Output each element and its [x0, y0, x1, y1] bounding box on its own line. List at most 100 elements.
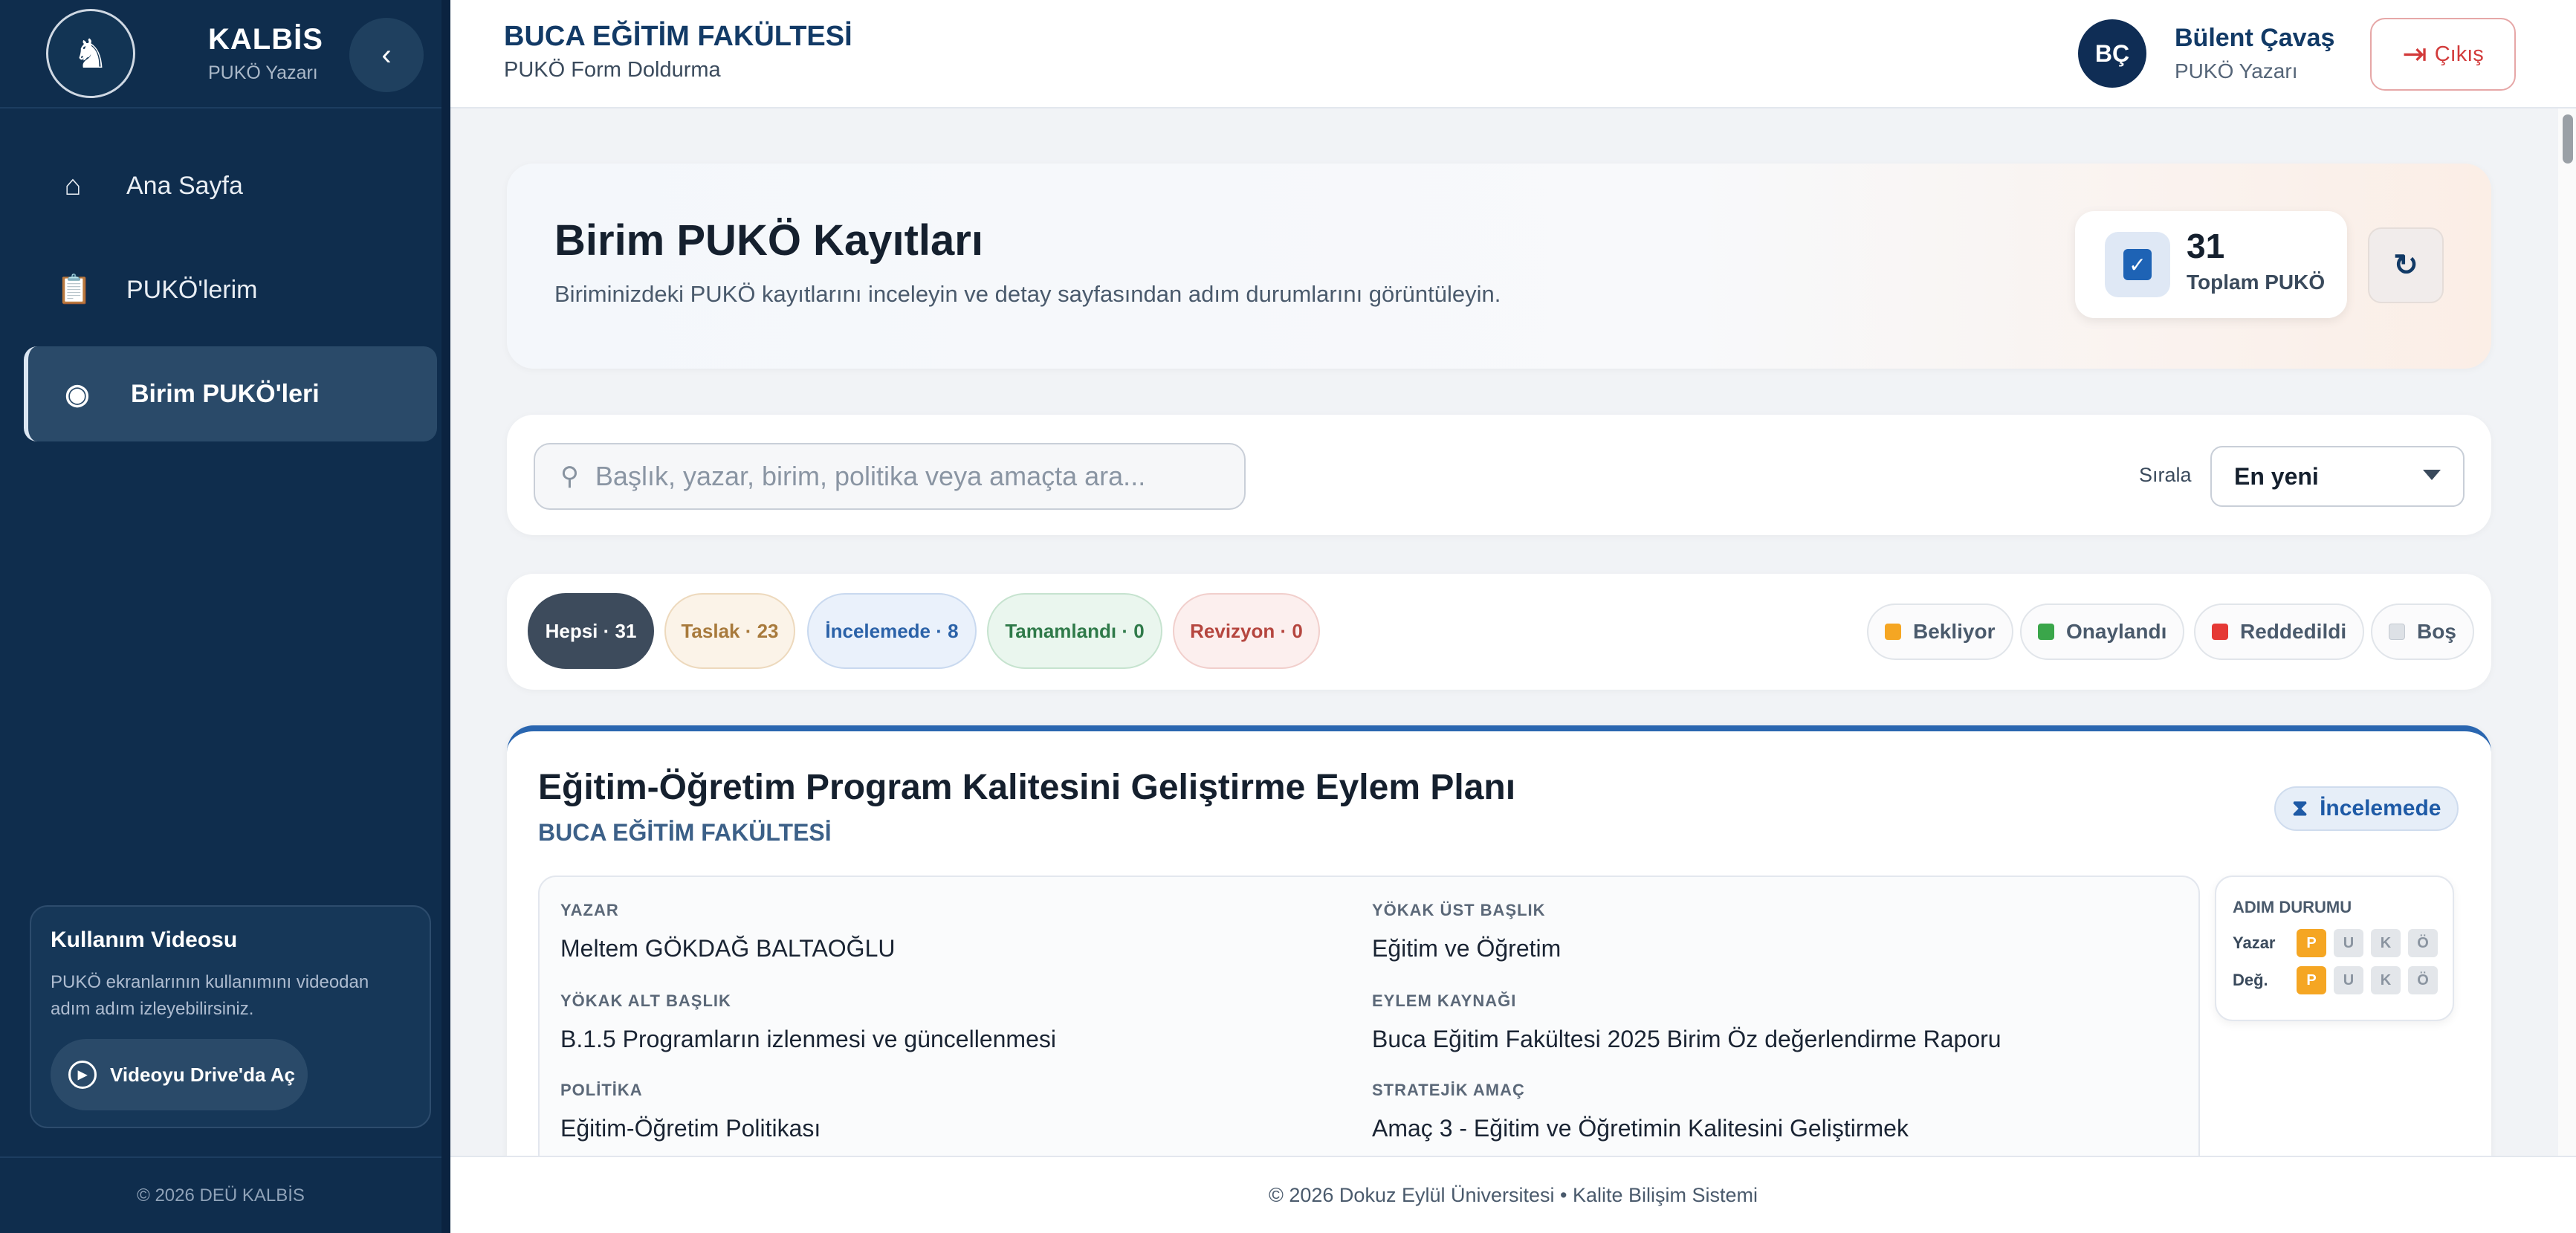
field-value: Eğitim ve Öğretim: [1372, 935, 1562, 962]
brand-title: KALBİS: [208, 23, 323, 56]
step-box: K: [2371, 929, 2401, 957]
step-box: P: [2297, 929, 2326, 957]
sidebar-item-label: PUKÖ'lerim: [126, 275, 258, 304]
field-policy: POLİTİKA Eğitim-Öğretim Politikası: [560, 1081, 821, 1142]
avatar[interactable]: BÇ: [2078, 19, 2146, 88]
status-label: İncelemede: [2320, 796, 2441, 821]
card-unit: BUCA EĞİTİM FAKÜLTESİ: [538, 819, 832, 846]
sort-select[interactable]: En yeni: [2210, 446, 2465, 507]
field-value: Meltem GÖKDAĞ BALTAOĞLU: [560, 935, 896, 962]
field-value: Eğitim-Öğretim Politikası: [560, 1115, 821, 1142]
field-author: YAZAR Meltem GÖKDAĞ BALTAOĞLU: [560, 901, 895, 962]
step-box: U: [2334, 929, 2363, 957]
refresh-button[interactable]: ↻: [2368, 227, 2444, 303]
eye-icon: ◉: [65, 378, 90, 410]
filter-bar: Hepsi · 31 Taslak · 23 İncelemede · 8 Ta…: [507, 574, 2491, 690]
step-row-label: Değ.: [2233, 971, 2268, 989]
step-box: U: [2334, 966, 2363, 994]
step-box: K: [2371, 966, 2401, 994]
logout-button[interactable]: ⇥ Çıkış: [2370, 18, 2516, 91]
page-title: Birim PUKÖ Kayıtları: [554, 216, 983, 265]
legend-label: Boş: [2417, 620, 2456, 643]
university-logo: ♞: [46, 9, 135, 98]
search-box[interactable]: ⚲: [534, 443, 1246, 510]
legend-pending: Bekliyor: [1867, 603, 2013, 660]
field-label: YAZAR: [560, 901, 619, 919]
chevron-down-icon: [2423, 470, 2441, 480]
play-icon: ▶: [68, 1061, 97, 1089]
video-card-title: Kullanım Videosu: [51, 928, 238, 952]
step-box: Ö: [2408, 929, 2438, 957]
search-bar: ⚲ Sırala En yeni: [507, 415, 2491, 535]
search-input[interactable]: [595, 461, 1205, 492]
field-value: B.1.5 Programların izlenmesi ve güncelle…: [560, 1026, 1056, 1052]
filter-chip-draft[interactable]: Taslak · 23: [664, 593, 795, 669]
field-label: YÖKAK ÜST BAŞLIK: [1372, 901, 1546, 919]
legend-approved: Onaylandı: [2020, 603, 2185, 660]
page-description: Biriminizdeki PUKÖ kayıtlarını inceleyin…: [554, 281, 1501, 307]
search-icon: ⚲: [560, 462, 579, 491]
field-label: EYLEM KAYNAĞI: [1372, 991, 1517, 1010]
page-subtitle: PUKÖ Form Doldurma: [504, 58, 721, 82]
open-video-button[interactable]: ▶ Videoyu Drive'da Aç: [51, 1039, 308, 1110]
step-status-panel: ADIM DURUMU Yazar P U K Ö Değ. P U K Ö: [2215, 876, 2454, 1021]
total-label: Toplam PUKÖ: [2187, 271, 2326, 294]
legend-swatch: [2389, 624, 2405, 640]
home-icon: ⌂: [64, 169, 82, 201]
step-row-label: Yazar: [2233, 933, 2276, 952]
total-count: 31: [2187, 227, 2225, 265]
user-role: PUKÖ Yazarı: [2175, 59, 2298, 82]
logout-label: Çıkış: [2434, 42, 2484, 66]
scrollbar[interactable]: [2558, 109, 2576, 1156]
legend-swatch: [1885, 624, 1901, 640]
top-bar: BUCA EĞİTİM FAKÜLTESİ PUKÖ Form Doldurma…: [450, 0, 2576, 109]
filter-chip-all[interactable]: Hepsi · 31: [528, 593, 654, 669]
filter-chip-review[interactable]: İncelemede · 8: [807, 593, 977, 669]
status-badge: ⧗ İncelemede: [2274, 786, 2459, 831]
card-details: YAZAR Meltem GÖKDAĞ BALTAOĞLU YÖKAK ÜST …: [538, 876, 2200, 1156]
chevron-left-icon: ‹: [381, 38, 392, 71]
puko-card[interactable]: Eğitim-Öğretim Program Kalitesini Gelişt…: [507, 725, 2491, 1156]
user-name: Bülent Çavaş: [2175, 24, 2335, 52]
field-label: STRATEJİK AMAÇ: [1372, 1081, 1525, 1099]
legend-swatch: [2212, 624, 2228, 640]
faculty-title: BUCA EĞİTİM FAKÜLTESİ: [504, 21, 852, 52]
legend-label: Reddedildi: [2240, 620, 2347, 643]
field-value: Buca Eğitim Fakültesi 2025 Birim Öz değe…: [1372, 1026, 2001, 1052]
scrollbar-thumb[interactable]: [2563, 114, 2573, 164]
legend-label: Onaylandı: [2066, 620, 2167, 643]
collapse-sidebar-button[interactable]: ‹: [349, 18, 424, 92]
filter-chip-revision[interactable]: Revizyon · 0: [1173, 593, 1320, 669]
field-strategic-goal: STRATEJİK AMAÇ Amaç 3 - Eğitim ve Öğreti…: [1372, 1081, 1909, 1142]
hourglass-icon: ⧗: [2292, 796, 2308, 821]
legend-rejected: Reddedildi: [2194, 603, 2365, 660]
card-title[interactable]: Eğitim-Öğretim Program Kalitesini Gelişt…: [538, 767, 1515, 808]
field-yokak-sub: YÖKAK ALT BAŞLIK B.1.5 Programların izle…: [560, 991, 1056, 1053]
step-box: P: [2297, 966, 2326, 994]
usage-video-card: Kullanım Videosu PUKÖ ekranlarının kulla…: [30, 905, 431, 1128]
hero-section: Birim PUKÖ Kayıtları Biriminizdeki PUKÖ …: [507, 164, 2491, 369]
sidebar-item-unit-puko[interactable]: ◉ Birim PUKÖ'leri: [24, 346, 437, 441]
brand-subtitle: PUKÖ Yazarı: [208, 62, 318, 83]
step-row-author: Yazar P U K Ö: [2233, 929, 2445, 957]
field-value: Amaç 3 - Eğitim ve Öğretimin Kalitesini …: [1372, 1115, 1909, 1142]
field-action-source: EYLEM KAYNAĞI Buca Eğitim Fakültesi 2025…: [1372, 991, 2001, 1053]
filter-chip-completed[interactable]: Tamamlandı · 0: [987, 593, 1162, 669]
sidebar-nav: ⌂ Ana Sayfa 📋 PUKÖ'lerim ◉ Birim PUKÖ'le…: [24, 138, 437, 450]
clipboard-check-icon: ✓: [2105, 232, 2170, 297]
step-row-evaluator: Değ. P U K Ö: [2233, 966, 2445, 994]
main-content: Birim PUKÖ Kayıtları Biriminizdeki PUKÖ …: [450, 109, 2558, 1156]
step-box: Ö: [2408, 966, 2438, 994]
page-footer: © 2026 Dokuz Eylül Üniversitesi • Kalite…: [450, 1156, 2576, 1233]
legend-empty: Boş: [2371, 603, 2474, 660]
sidebar-item-my-puko[interactable]: 📋 PUKÖ'lerim: [24, 242, 437, 337]
sidebar-item-home[interactable]: ⌂ Ana Sayfa: [24, 138, 437, 233]
step-status-title: ADIM DURUMU: [2233, 898, 2352, 916]
sidebar-footer: © 2026 DEÜ KALBİS: [0, 1156, 441, 1233]
legend-label: Bekliyor: [1913, 620, 1996, 643]
field-yokak-upper: YÖKAK ÜST BAŞLIK Eğitim ve Öğretim: [1372, 901, 1561, 962]
field-label: POLİTİKA: [560, 1081, 643, 1099]
sidebar-item-label: Ana Sayfa: [126, 171, 243, 200]
refresh-icon: ↻: [2393, 249, 2418, 282]
sidebar: ♞ KALBİS PUKÖ Yazarı ‹ ⌂ Ana Sayfa 📋 PUK…: [0, 0, 450, 1233]
